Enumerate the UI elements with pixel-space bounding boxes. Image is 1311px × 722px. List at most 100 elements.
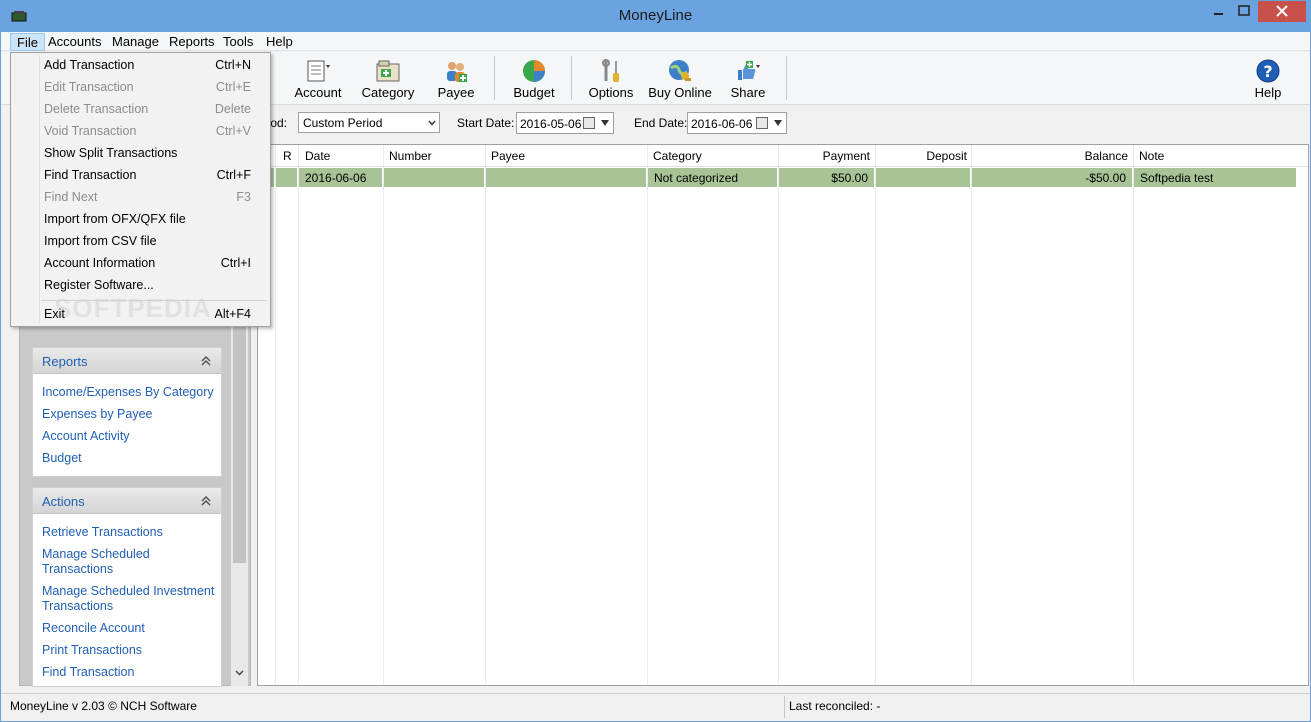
period-select-value: Custom Period (303, 116, 383, 130)
column-header-category[interactable]: Category (653, 149, 702, 163)
file-menu-account-information[interactable]: Account Information Ctrl+I (11, 252, 270, 274)
column-header-payee[interactable]: Payee (491, 149, 525, 163)
action-link-find-transaction[interactable]: Find Transaction (42, 665, 134, 680)
column-header-note[interactable]: Note (1139, 149, 1164, 163)
toolbar-help-button[interactable]: ? Help (1236, 54, 1300, 102)
toolbar-buy-online-button[interactable]: Buy Online (647, 54, 713, 102)
report-link-budget[interactable]: Budget (42, 451, 82, 466)
column-divider (275, 145, 276, 685)
menu-item-label: Find Next (44, 190, 98, 204)
column-divider (298, 145, 299, 685)
file-menu-register-software[interactable]: Register Software... (11, 274, 270, 296)
table-row[interactable]: 2016-06-06 Not categorized $50.00 -$50.0… (258, 168, 1296, 187)
toolbar-account-button[interactable]: Account (286, 54, 350, 102)
file-menu-exit[interactable]: Exit Alt+F4 (11, 303, 270, 325)
menu-item-label: Account Information (44, 256, 156, 270)
actions-panel: Actions Retrieve Transactions Manage Sch… (32, 487, 222, 687)
chevron-down-icon[interactable] (601, 120, 609, 126)
cell-note[interactable]: Softpedia test (1134, 168, 1296, 187)
toolbar-account-label: Account (294, 85, 342, 100)
transactions-grid[interactable]: R Date Number Payee Category Payment Dep… (257, 144, 1309, 686)
report-link-account-activity[interactable]: Account Activity (42, 429, 130, 444)
actions-panel-title: Actions (42, 494, 85, 509)
cell-deposit[interactable] (876, 168, 970, 187)
chevron-down-icon[interactable] (235, 668, 244, 677)
reports-panel: Reports Income/Expenses By Category Expe… (32, 347, 222, 477)
toolbar-category-button[interactable]: Category (356, 54, 420, 102)
window-title: MoneyLine (618, 7, 693, 24)
action-link-print-transactions[interactable]: Print Transactions (42, 643, 142, 658)
maximize-icon (1238, 5, 1250, 16)
actions-panel-header[interactable]: Actions (33, 488, 221, 514)
reports-panel-header[interactable]: Reports (33, 348, 221, 374)
cell-balance[interactable]: -$50.00 (972, 168, 1132, 187)
column-header-deposit[interactable]: Deposit (875, 149, 967, 163)
start-date-label: Start Date: (457, 116, 515, 130)
close-button[interactable] (1258, 1, 1306, 22)
app-window: MoneyLine File Accounts Manage Reports T… (0, 0, 1311, 722)
file-menu-find-transaction[interactable]: Find Transaction Ctrl+F (11, 164, 270, 186)
payee-icon (447, 62, 467, 82)
toolbar-budget-label: Budget (513, 85, 555, 100)
budget-pie-icon (523, 60, 545, 82)
action-link-reconcile-account[interactable]: Reconcile Account (42, 621, 145, 636)
menu-item-shortcut: Ctrl+E (215, 80, 251, 94)
action-link-manage-scheduled-investment[interactable]: Manage Scheduled Investment Transactions (42, 584, 222, 614)
menu-item-label: Delete Transaction (44, 102, 149, 116)
column-header-date[interactable]: Date (305, 149, 330, 163)
toolbar-payee-button[interactable]: Payee (424, 54, 488, 102)
file-menu-import-ofx[interactable]: Import from OFX/QFX file (11, 208, 270, 230)
cell-payment[interactable]: $50.00 (779, 168, 874, 187)
file-menu-delete-transaction: Delete Transaction Delete (11, 98, 270, 120)
toolbar-category-label: Category (361, 85, 415, 100)
buy-online-globe-icon (669, 60, 691, 81)
collapse-icon (201, 356, 211, 366)
file-menu-import-csv[interactable]: Import from CSV file (11, 230, 270, 252)
toolbar-options-button[interactable]: Options (579, 54, 643, 102)
menu-item-label: Import from OFX/QFX file (44, 212, 186, 226)
end-date-field[interactable]: 2016-06-06 (687, 112, 787, 134)
column-header-r[interactable]: R (283, 149, 292, 163)
menu-tools[interactable]: Tools (217, 33, 259, 51)
menu-manage[interactable]: Manage (106, 33, 165, 51)
menu-reports[interactable]: Reports (163, 33, 221, 51)
menu-item-shortcut: Alt+F4 (214, 307, 251, 321)
menu-help[interactable]: Help (260, 33, 299, 51)
report-link-income-expenses[interactable]: Income/Expenses By Category (42, 385, 214, 400)
menu-item-shortcut: Delete (214, 102, 251, 116)
cell-r[interactable] (276, 168, 297, 187)
filter-bar: eriod: Custom Period Start Date: 2016-05… (257, 108, 1309, 138)
calendar-icon[interactable] (583, 117, 595, 129)
cell-date[interactable]: 2016-06-06 (299, 168, 382, 187)
column-header-number[interactable]: Number (389, 149, 432, 163)
menu-accounts[interactable]: Accounts (42, 33, 107, 51)
toolbar-share-label: Share (730, 85, 766, 100)
minimize-button[interactable] (1205, 1, 1231, 22)
cell-category[interactable]: Not categorized (648, 168, 777, 187)
action-link-manage-scheduled[interactable]: Manage Scheduled Transactions (42, 547, 212, 577)
action-link-retrieve-transactions[interactable]: Retrieve Transactions (42, 525, 163, 540)
cell-payee[interactable] (486, 168, 646, 187)
file-menu-show-split-transactions[interactable]: Show Split Transactions (11, 142, 270, 164)
menu-separator (41, 300, 267, 301)
menu-file[interactable]: File (10, 33, 45, 51)
period-select[interactable]: Custom Period (298, 112, 440, 133)
file-menu-add-transaction[interactable]: Add Transaction Ctrl+N (11, 54, 270, 76)
toolbar-help-label: Help (1254, 85, 1282, 100)
options-tools-icon (602, 59, 619, 82)
menu-item-shortcut: Ctrl+F (216, 168, 251, 182)
end-date-label: End Date: (634, 116, 688, 130)
report-link-expenses-by-payee[interactable]: Expenses by Payee (42, 407, 153, 422)
toolbar-share-button[interactable]: Share (716, 54, 780, 102)
start-date-field[interactable]: 2016-05-06 (516, 112, 614, 134)
column-header-balance[interactable]: Balance (971, 149, 1128, 163)
menu-item-label: Add Transaction (44, 58, 135, 72)
column-divider (647, 145, 648, 685)
calendar-icon[interactable] (756, 117, 768, 129)
column-header-payment[interactable]: Payment (778, 149, 870, 163)
cell-number[interactable] (384, 168, 484, 187)
maximize-button[interactable] (1231, 1, 1257, 22)
minimize-icon (1214, 13, 1223, 15)
toolbar-budget-button[interactable]: Budget (502, 54, 566, 102)
chevron-down-icon[interactable] (774, 120, 782, 126)
